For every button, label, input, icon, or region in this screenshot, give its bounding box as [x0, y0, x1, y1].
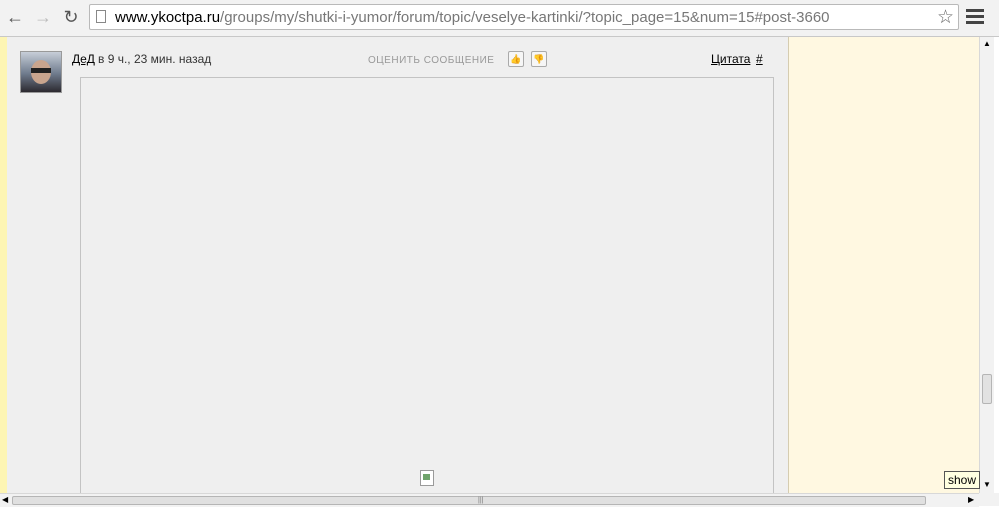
back-icon[interactable]: ←: [4, 6, 26, 28]
scroll-right-icon[interactable]: ▶: [968, 495, 974, 504]
broken-image-icon: [420, 470, 434, 486]
address-bar[interactable]: www.ykoctpa.ru/groups/my/shutki-i-yumor/…: [89, 4, 959, 30]
url-host: www.ykoctpa.ru: [115, 9, 221, 26]
post-time: в 9 ч., 23 мин. назад: [98, 52, 212, 66]
like-icon[interactable]: 👍: [508, 51, 524, 67]
page-icon: [96, 10, 106, 23]
quote-link[interactable]: Цитата: [711, 52, 750, 66]
permalink-link[interactable]: #: [756, 52, 763, 66]
rate-label: ОЦЕНИТЬ СООБЩЕНИЕ: [368, 55, 495, 66]
scroll-grip-icon: |||: [478, 497, 484, 504]
browser-toolbar: ← → ↻ www.ykoctpa.ru/groups/my/shutki-i-…: [0, 0, 999, 37]
page-content: ДеД в 9 ч., 23 мин. назад ОЦЕНИТЬ СООБЩЕ…: [0, 37, 979, 493]
author-link[interactable]: ДеД: [72, 52, 95, 66]
dislike-icon[interactable]: 👎: [531, 51, 547, 67]
horizontal-scroll-thumb[interactable]: |||: [12, 496, 926, 505]
vertical-scroll-thumb[interactable]: [982, 374, 992, 404]
scroll-up-icon[interactable]: ▲: [982, 39, 992, 49]
show-tooltip[interactable]: show: [944, 471, 981, 489]
bookmark-star-icon[interactable]: ☆: [937, 6, 954, 29]
url-text[interactable]: www.ykoctpa.ru/groups/my/shutki-i-yumor/…: [115, 9, 830, 26]
url-path: /groups/my/shutki-i-yumor/forum/topic/ve…: [220, 9, 830, 26]
menu-icon[interactable]: [966, 9, 984, 27]
scroll-down-icon[interactable]: ▼: [982, 480, 992, 490]
scroll-left-icon[interactable]: ◀: [2, 495, 8, 504]
avatar[interactable]: [20, 51, 62, 93]
vertical-scrollbar[interactable]: ▲ ▼: [979, 37, 994, 493]
reload-icon[interactable]: ↻: [60, 6, 82, 28]
right-sidebar: [788, 37, 979, 493]
scrollbar-corner: [979, 493, 999, 506]
forward-icon[interactable]: →: [32, 6, 54, 28]
left-stripe: [0, 37, 7, 493]
post-body: [80, 77, 774, 493]
horizontal-scrollbar[interactable]: ◀ ||| ▶: [0, 493, 979, 507]
